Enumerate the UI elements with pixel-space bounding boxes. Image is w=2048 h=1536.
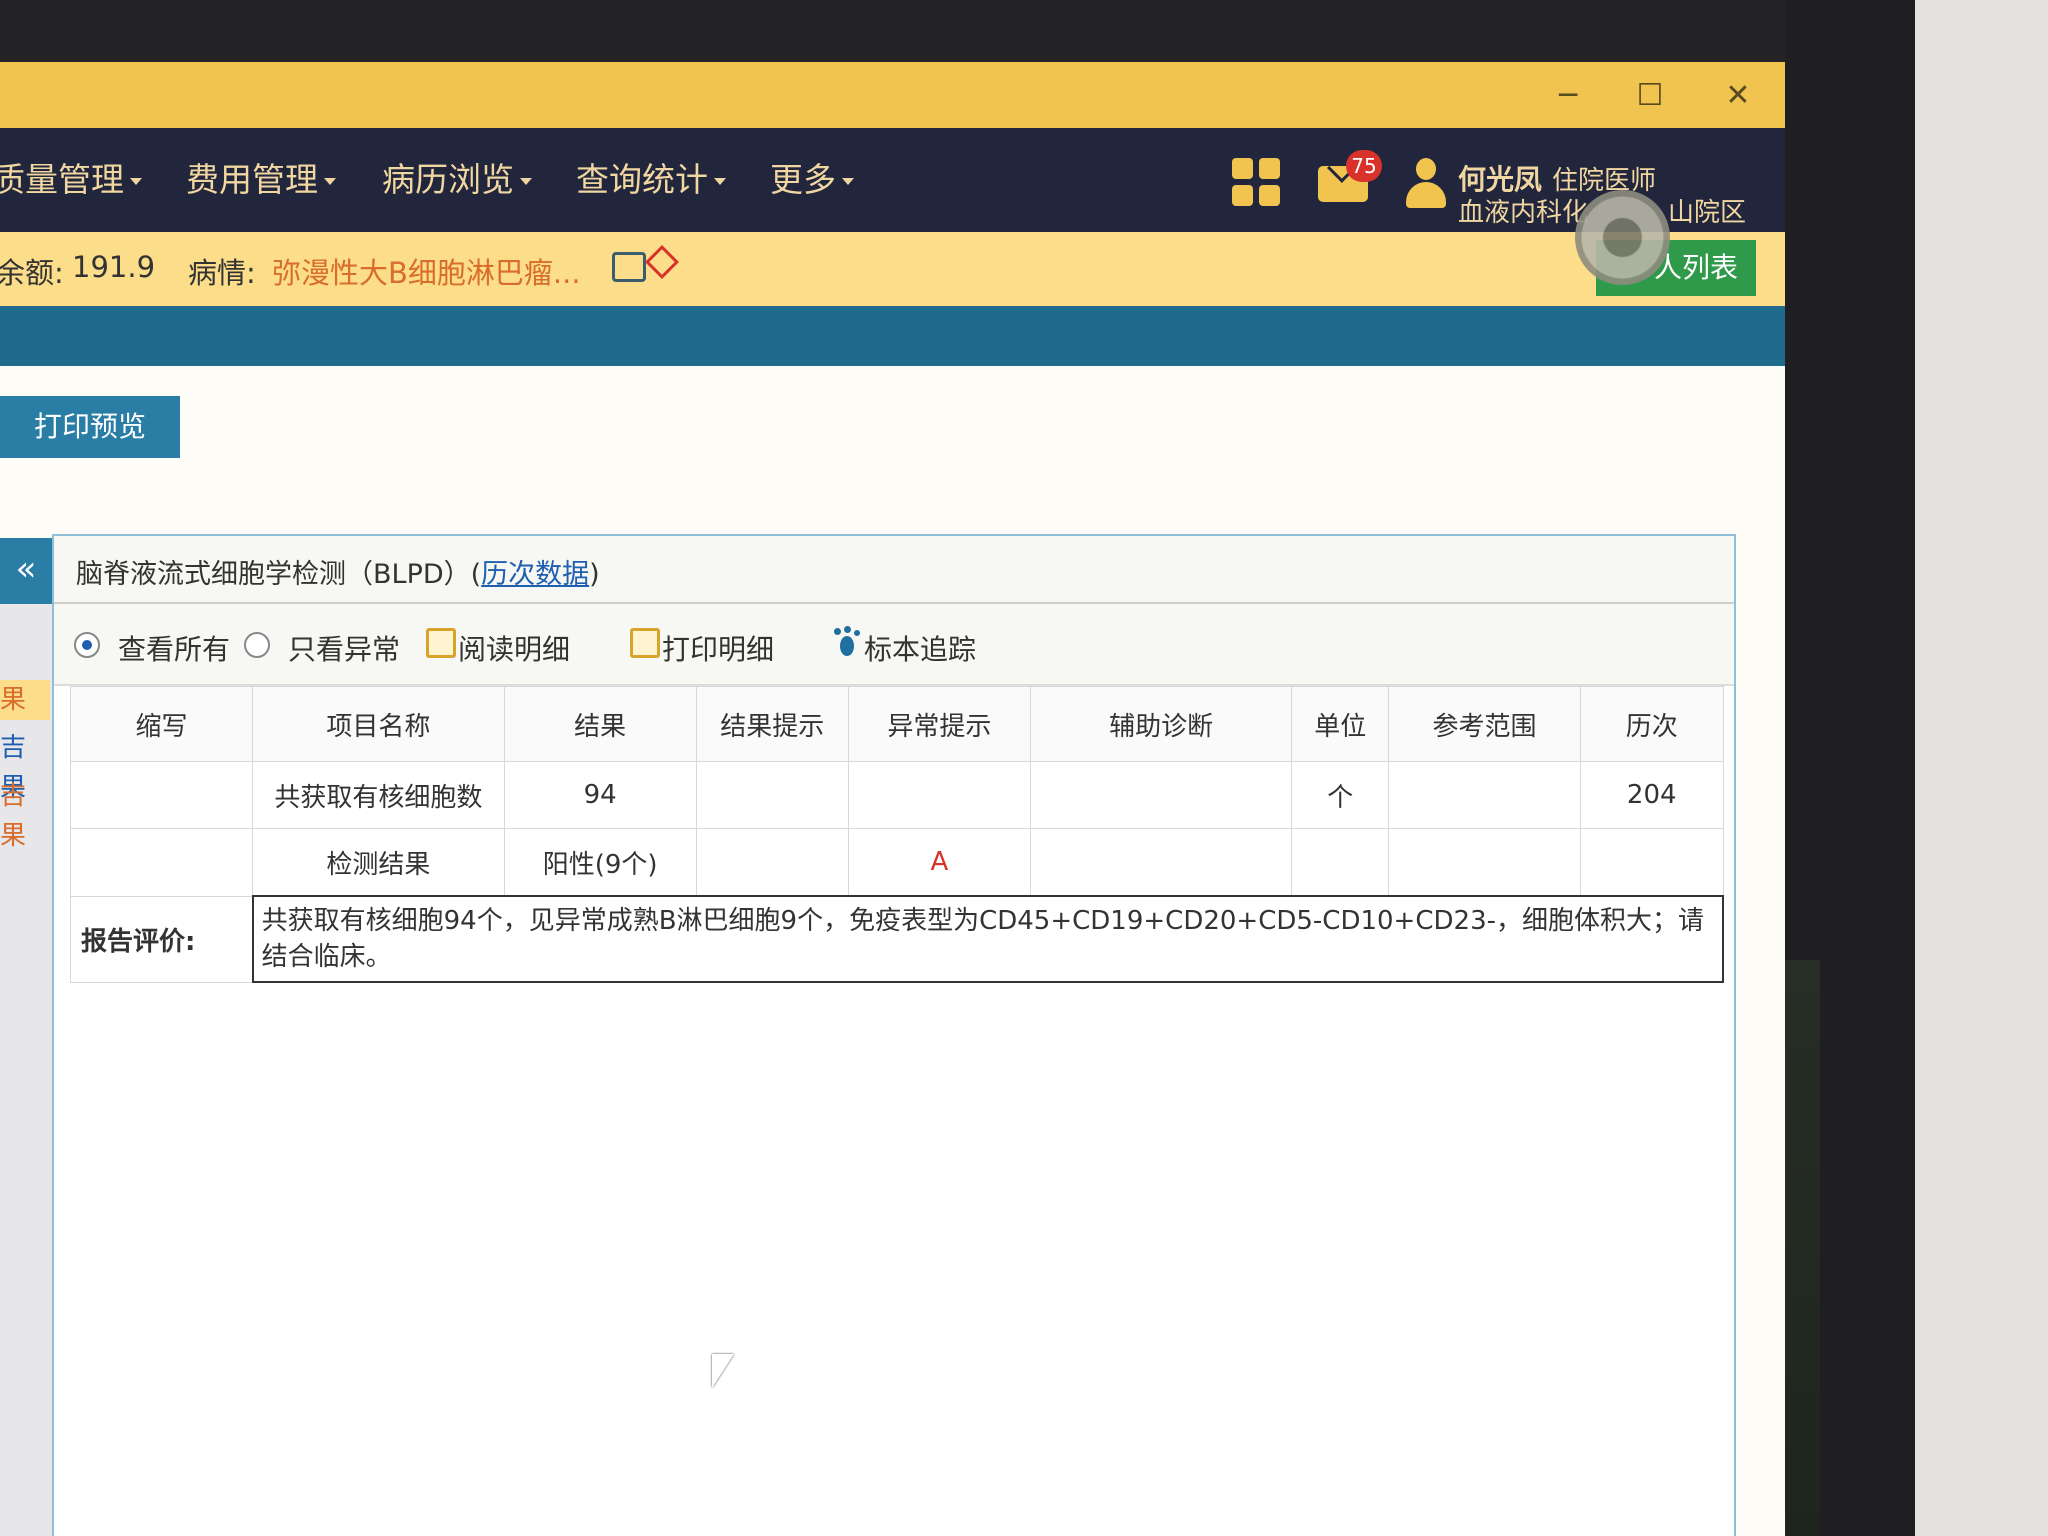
chevron-down-icon (324, 178, 336, 185)
nav-fee-management[interactable]: 费用管理 (186, 156, 336, 204)
cell-aux-diagnosis (1029, 761, 1293, 829)
table-row[interactable]: 检测结果 阳性(9个) A (69, 828, 1724, 897)
cell-abbr (69, 761, 254, 829)
cell-abbr (69, 828, 254, 897)
test-result-panel: 脑脊液流式细胞学检测（BLPD）(历次数据) 查看所有 只看异常 阅读明细 打印… (52, 534, 1736, 1536)
panel-header: 脑脊液流式细胞学检测（BLPD）(历次数据) (54, 536, 1734, 604)
main-nav: 质量管理 费用管理 病历浏览 查询统计 更多 75 何光凤 住院医师 血液内科化… (0, 128, 1785, 232)
table-row[interactable]: 共获取有核细胞数 94 个 204 (69, 761, 1724, 829)
view-abnormal-label[interactable]: 只看异常 (288, 628, 400, 668)
print-detail-button[interactable]: 打印明细 (662, 628, 774, 668)
chevron-down-icon (714, 178, 726, 185)
chevron-down-icon (520, 178, 532, 185)
balance-label: 余额: (0, 256, 64, 290)
apps-grid-icon[interactable] (1232, 158, 1282, 208)
app-window: ─ ☐ ✕ 质量管理 费用管理 病历浏览 查询统计 更多 75 何光凤 住院医师… (0, 62, 1785, 1536)
user-avatar-icon[interactable] (1404, 158, 1448, 210)
left-tab-result-1[interactable]: 果 (0, 680, 50, 720)
col-reference-range[interactable]: 参考范围 (1388, 686, 1581, 762)
nav-label: 查询统计 (576, 160, 708, 199)
cell-item-name: 检测结果 (252, 828, 505, 897)
history-data-link[interactable]: 历次数据 (481, 559, 589, 590)
background-wall (1915, 0, 2048, 1536)
cell-reference-range (1388, 828, 1581, 897)
nav-quality-management[interactable]: 质量管理 (0, 156, 142, 204)
cell-aux-diagnosis (1029, 828, 1293, 897)
panel-title-close: ) (589, 559, 600, 590)
balance-value: 191.9 (72, 250, 156, 284)
patient-info-bar: 余额: 191.9 病情: 弥漫性大B细胞淋巴瘤... (0, 232, 1785, 306)
report-label: 报告评价: (69, 895, 254, 983)
condition-label: 病情: (188, 256, 256, 290)
report-text[interactable]: 共获取有核细胞94个，见异常成熟B淋巴细胞9个，免疫表型为CD45+CD19+C… (251, 895, 1725, 983)
cell-history[interactable]: 204 (1579, 761, 1724, 829)
col-abbr[interactable]: 缩写 (69, 686, 254, 762)
content-area: 打印预览 « 果 吉果 吉果 脑脊液流式细胞学检测（BLPD）(历次数据) 查看… (0, 366, 1785, 1536)
cell-unit (1291, 828, 1390, 897)
left-tab-result-2[interactable]: 吉果 (0, 728, 50, 803)
table-header-row: 缩写 项目名称 结果 结果提示 异常提示 辅助诊断 单位 参考范围 历次 (69, 686, 1724, 762)
read-detail-button[interactable]: 阅读明细 (458, 628, 570, 668)
notification-badge: 75 (1346, 150, 1382, 182)
view-abnormal-radio[interactable] (244, 632, 270, 658)
cell-result: 阳性(9个) (503, 828, 697, 897)
condition-value: 弥漫性大B细胞淋巴瘤... (272, 256, 581, 290)
dept-label: 血液内科化 (1458, 198, 1589, 228)
col-abnormal-hint[interactable]: 异常提示 (847, 686, 1031, 762)
mouse-cursor-icon (712, 1354, 734, 1388)
nav-label: 更多 (770, 160, 836, 199)
id-card-icon[interactable] (612, 252, 646, 282)
left-tab-result-3[interactable]: 吉果 (0, 776, 50, 851)
left-tab-rail: « 果 吉果 吉果 (0, 538, 52, 1536)
col-item-name[interactable]: 项目名称 (252, 686, 505, 762)
chevron-down-icon (130, 178, 142, 185)
tag-icon[interactable] (645, 245, 679, 279)
panel-title-text: 脑脊液流式细胞学检测（BLPD）( (76, 559, 482, 590)
nav-more[interactable]: 更多 (770, 156, 854, 204)
chevron-down-icon (842, 178, 854, 185)
cell-abnormal-hint (847, 761, 1031, 829)
collapse-icon[interactable]: « (0, 538, 52, 604)
cell-history[interactable] (1579, 828, 1724, 897)
cell-result-hint (695, 828, 849, 897)
col-history[interactable]: 历次 (1579, 686, 1724, 762)
nav-label: 质量管理 (0, 160, 124, 199)
title-bar: ─ ☐ ✕ (0, 62, 1785, 128)
col-aux-diagnosis[interactable]: 辅助诊断 (1029, 686, 1293, 762)
cell-result: 94 (503, 761, 697, 829)
close-button[interactable]: ✕ (1718, 76, 1758, 116)
cell-abnormal-hint: A (847, 828, 1031, 897)
hospital-seal-logo (1575, 190, 1670, 285)
nav-label: 费用管理 (186, 160, 318, 199)
view-all-radio[interactable] (74, 632, 100, 658)
cell-reference-range (1388, 761, 1581, 829)
view-all-label[interactable]: 查看所有 (118, 628, 230, 668)
panel-title: 脑脊液流式细胞学检测（BLPD）(历次数据) (76, 552, 600, 591)
maximize-button[interactable]: ☐ (1630, 76, 1670, 116)
section-strip (0, 306, 1785, 366)
footprint-icon[interactable] (834, 626, 862, 658)
print-preview-button[interactable]: 打印预览 (0, 396, 180, 458)
read-detail-icon[interactable] (426, 628, 456, 658)
cell-unit: 个 (1291, 761, 1390, 829)
result-toolbar: 查看所有 只看异常 阅读明细 打印明细 标本追踪 (54, 604, 1734, 686)
monitor-bezel-top (0, 0, 2048, 62)
cell-item-name: 共获取有核细胞数 (252, 761, 505, 829)
result-table: 缩写 项目名称 结果 结果提示 异常提示 辅助诊断 单位 参考范围 历次 共获取… (69, 686, 1725, 983)
col-result[interactable]: 结果 (503, 686, 697, 762)
minimize-button[interactable]: ─ (1548, 76, 1588, 116)
report-row: 报告评价: 共获取有核细胞94个，见异常成熟B淋巴细胞9个，免疫表型为CD45+… (69, 895, 1725, 983)
col-unit[interactable]: 单位 (1291, 686, 1390, 762)
col-result-hint[interactable]: 结果提示 (695, 686, 849, 762)
specimen-track-button[interactable]: 标本追踪 (864, 628, 976, 668)
campus-label: 山院区 (1668, 198, 1747, 228)
print-detail-icon[interactable] (630, 628, 660, 658)
cell-result-hint (695, 761, 849, 829)
nav-query-stats[interactable]: 查询统计 (576, 156, 726, 204)
nav-record-browse[interactable]: 病历浏览 (382, 156, 532, 204)
nav-label: 病历浏览 (382, 160, 514, 199)
